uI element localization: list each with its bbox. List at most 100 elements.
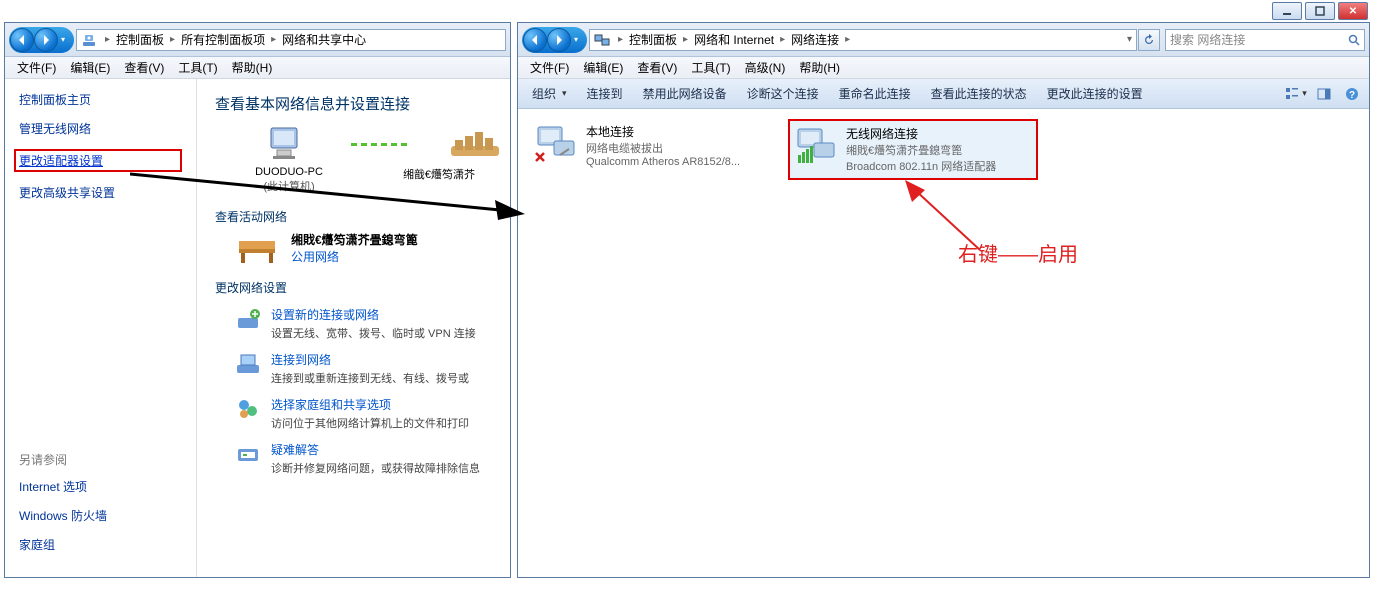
network-connections-icon [593, 31, 611, 49]
network-center-icon [80, 31, 98, 49]
menu-help[interactable]: 帮助(H) [793, 57, 846, 78]
nav-bar: ▾ ▸ 控制面板 ▸ 所有控制面板项 ▸ 网络和共享中心 [5, 23, 510, 57]
crumb-arrow-icon: ▸ [776, 34, 789, 45]
setting-title: 设置新的连接或网络 [271, 306, 476, 323]
maximize-button[interactable] [1305, 2, 1335, 20]
breadcrumb-item[interactable]: 所有控制面板项 [179, 31, 267, 48]
crumb-arrow-icon: ▸ [267, 34, 280, 45]
tool-disable[interactable]: 禁用此网络设备 [635, 82, 735, 105]
back-button[interactable] [523, 28, 547, 52]
tool-diagnose[interactable]: 诊断这个连接 [739, 82, 827, 105]
tool-connect[interactable]: 连接到 [579, 82, 631, 105]
menu-help[interactable]: 帮助(H) [226, 57, 279, 78]
menu-tools[interactable]: 工具(T) [172, 57, 223, 78]
nav-bar: ▾ ▸ 控制面板 ▸ 网络和 Internet ▸ 网络连接 ▸ ▾ 搜索 网络… [518, 23, 1369, 57]
connection-status: 网络电缆被拔出 [586, 140, 740, 156]
nav-arrows: ▾ [9, 27, 74, 53]
network-name: 缃戠€爡笉潇芥 [391, 166, 487, 194]
sidebar-seealso-title: 另请参阅 [19, 451, 182, 468]
setting-homegroup[interactable]: 选择家庭组和共享选项访问位于其他网络计算机上的文件和打印 [235, 396, 510, 431]
nav-history-dropdown[interactable]: ▾ [571, 35, 581, 44]
annotation-text: 右键——启用 [958, 238, 1078, 267]
connection-wireless[interactable]: 无线网络连接 缃戝€爡笉潇芥畳鎴弯篦 Broadcom 802.11n 网络适配… [788, 119, 1038, 180]
tool-organize[interactable]: 组织 [524, 82, 575, 105]
setting-troubleshoot[interactable]: 疑难解答诊断并修复网络问题，或获得故障排除信息 [235, 441, 510, 476]
view-mode-button[interactable] [1285, 83, 1307, 105]
forward-button[interactable] [34, 28, 58, 52]
sidebar-seealso-homegroup[interactable]: 家庭组 [19, 536, 182, 553]
menu-edit[interactable]: 编辑(E) [64, 57, 116, 78]
connection-local[interactable]: 本地连接 网络电缆被拔出 Qualcomm Atheros AR8152/8..… [530, 119, 770, 172]
breadcrumb-item[interactable]: 控制面板 [114, 31, 166, 48]
menu-file[interactable]: 文件(F) [11, 57, 62, 78]
section-active-networks: 查看活动网络 [215, 208, 510, 225]
svg-text:?: ? [1349, 90, 1355, 101]
toolbar: 组织 连接到 禁用此网络设备 诊断这个连接 重命名此连接 查看此连接的状态 更改… [518, 79, 1369, 109]
tool-status[interactable]: 查看此连接的状态 [923, 82, 1035, 105]
sidebar-title: 控制面板主页 [19, 91, 182, 108]
address-bar[interactable]: ▸ 控制面板 ▸ 网络和 Internet ▸ 网络连接 ▸ ▾ [589, 29, 1137, 51]
sidebar-link-advanced-sharing[interactable]: 更改高级共享设置 [19, 184, 182, 201]
menu-advanced[interactable]: 高级(N) [739, 57, 792, 78]
close-button[interactable]: ✕ [1338, 2, 1368, 20]
active-network-row: 缃戝€爡笉潇芥畳鎴弯篦 公用网络 [235, 231, 510, 265]
pc-icon [263, 124, 311, 164]
breadcrumb-item[interactable]: 网络和共享中心 [280, 31, 368, 48]
connection-status: 缃戝€爡笉潇芥畳鎴弯篦 [846, 142, 996, 158]
active-network-type[interactable]: 公用网络 [291, 248, 418, 265]
breadcrumb-item[interactable]: 网络和 Internet [692, 31, 776, 48]
back-button[interactable] [10, 28, 34, 52]
crumb-arrow-icon: ▸ [101, 34, 114, 45]
window-controls: ✕ [1272, 2, 1368, 20]
breadcrumb-item[interactable]: 网络连接 [789, 31, 841, 48]
tool-properties[interactable]: 更改此连接的设置 [1039, 82, 1151, 105]
crumb-arrow-icon: ▸ [679, 34, 692, 45]
pc-sublabel: (此计算机) [241, 178, 337, 194]
search-input[interactable]: 搜索 网络连接 [1165, 29, 1365, 51]
crumb-arrow-icon: ▸ [841, 34, 854, 45]
preview-pane-button[interactable] [1313, 83, 1335, 105]
sidebar-seealso-internet[interactable]: Internet 选项 [19, 478, 182, 495]
address-bar[interactable]: ▸ 控制面板 ▸ 所有控制面板项 ▸ 网络和共享中心 [76, 29, 506, 51]
connection-name: 无线网络连接 [846, 125, 996, 142]
setting-connect-network[interactable]: 连接到网络连接到或重新连接到无线、有线、拨号或 [235, 351, 510, 386]
sidebar-link-adapter-settings[interactable]: 更改适配器设置 [14, 149, 182, 172]
wifi-icon [794, 125, 838, 169]
new-connection-icon [235, 306, 261, 332]
network-icon [451, 124, 499, 164]
pc-name: DUODUO-PC [241, 166, 337, 178]
connect-icon [235, 351, 261, 377]
help-button[interactable]: ? [1341, 83, 1363, 105]
network-sharing-center-window: ▾ ▸ 控制面板 ▸ 所有控制面板项 ▸ 网络和共享中心 文件(F) 编辑(E)… [4, 22, 511, 578]
nav-arrows: ▾ [522, 27, 587, 53]
setting-desc: 访问位于其他网络计算机上的文件和打印 [271, 415, 469, 431]
sidebar-link-wireless[interactable]: 管理无线网络 [19, 120, 182, 137]
menu-file[interactable]: 文件(F) [524, 57, 575, 78]
setting-desc: 连接到或重新连接到无线、有线、拨号或 [271, 370, 469, 386]
body: 控制面板主页 管理无线网络 更改适配器设置 更改高级共享设置 另请参阅 Inte… [5, 79, 510, 577]
nav-history-dropdown[interactable]: ▾ [58, 35, 68, 44]
network-diagram [263, 124, 510, 164]
active-network-name: 缃戝€爡笉潇芥畳鎴弯篦 [291, 231, 418, 248]
forward-button[interactable] [547, 28, 571, 52]
network-connections-window: ▾ ▸ 控制面板 ▸ 网络和 Internet ▸ 网络连接 ▸ ▾ 搜索 网络… [517, 22, 1370, 578]
menu-tools[interactable]: 工具(T) [685, 57, 736, 78]
connections-area: 本地连接 网络电缆被拔出 Qualcomm Atheros AR8152/8..… [518, 109, 1369, 577]
connection-device: Qualcomm Atheros AR8152/8... [586, 156, 740, 168]
address-dropdown-icon[interactable]: ▾ [1123, 34, 1136, 45]
setting-new-connection[interactable]: 设置新的连接或网络设置无线、宽带、拨号、临时或 VPN 连接 [235, 306, 510, 341]
section-change-settings: 更改网络设置 [215, 279, 510, 296]
homegroup-icon [235, 396, 261, 422]
minimize-button[interactable] [1272, 2, 1302, 20]
crumb-arrow-icon: ▸ [614, 34, 627, 45]
tool-rename[interactable]: 重命名此连接 [831, 82, 919, 105]
setting-title: 疑难解答 [271, 441, 480, 458]
search-placeholder: 搜索 网络连接 [1170, 31, 1245, 48]
sidebar-seealso-firewall[interactable]: Windows 防火墙 [19, 507, 182, 524]
breadcrumb-item[interactable]: 控制面板 [627, 31, 679, 48]
menu-view[interactable]: 查看(V) [118, 57, 170, 78]
menu-edit[interactable]: 编辑(E) [577, 57, 629, 78]
refresh-button[interactable] [1138, 29, 1160, 51]
crumb-arrow-icon: ▸ [166, 34, 179, 45]
menu-view[interactable]: 查看(V) [631, 57, 683, 78]
